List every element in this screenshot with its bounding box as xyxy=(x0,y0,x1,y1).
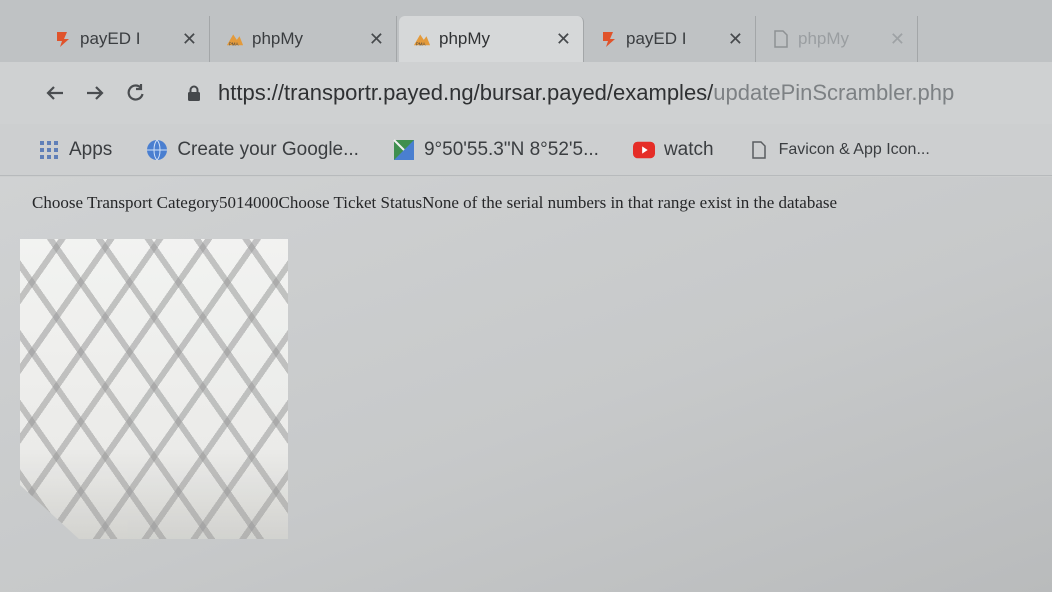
browser-window: payED I ✕ PMA phpMy ✕ PMA phpMy ✕ payED … xyxy=(0,0,1052,592)
globe-icon xyxy=(146,139,168,161)
tab-title: payED I xyxy=(80,29,141,48)
url-text: https://transportr.payed.ng/bursar.payed… xyxy=(218,80,714,105)
close-icon[interactable]: ✕ xyxy=(556,29,571,50)
bookmark-label: Create your Google... xyxy=(177,138,359,160)
apps-grid-icon xyxy=(38,139,60,161)
tab-phpmyadmin-3[interactable]: phpMy ✕ xyxy=(758,16,918,62)
tab-title: payED I xyxy=(626,29,687,48)
lock-icon xyxy=(184,83,204,103)
bookmark-create-google[interactable]: Create your Google... xyxy=(146,139,359,161)
window-reflection xyxy=(20,239,288,539)
page-icon xyxy=(748,139,770,161)
tab-strip: payED I ✕ PMA phpMy ✕ PMA phpMy ✕ payED … xyxy=(0,0,1052,62)
phpmyadmin-icon: PMA xyxy=(413,30,431,48)
back-arrow-icon[interactable] xyxy=(38,76,72,110)
reload-icon[interactable] xyxy=(118,76,152,110)
tab-payed-2[interactable]: payED I ✕ xyxy=(586,16,756,62)
close-icon[interactable]: ✕ xyxy=(182,29,197,50)
tab-phpmyadmin-2[interactable]: PMA phpMy ✕ xyxy=(399,16,584,62)
browser-toolbar: https://transportr.payed.ng/bursar.payed… xyxy=(0,62,1052,124)
bookmark-label: 9°50'55.3"N 8°52'5... xyxy=(423,138,599,160)
close-icon[interactable]: ✕ xyxy=(369,29,384,50)
url-text-tail: updatePinScrambler.php xyxy=(713,80,955,105)
status-message: Choose Transport Category5014000Choose T… xyxy=(32,193,838,212)
payed-logo-icon xyxy=(600,30,618,48)
bookmark-watch[interactable]: watch xyxy=(632,138,714,161)
bookmark-maps-location[interactable]: 9°50'55.3"N 8°52'5... xyxy=(393,139,599,161)
bookmark-label: Apps xyxy=(69,138,113,160)
bookmark-favicon-app-icon[interactable]: Favicon & App Icon... xyxy=(748,139,930,161)
tab-title: phpMy xyxy=(252,29,304,48)
close-icon[interactable]: ✕ xyxy=(728,29,743,50)
address-bar[interactable]: https://transportr.payed.ng/bursar.payed… xyxy=(184,73,1052,113)
svg-text:PMA: PMA xyxy=(229,41,239,46)
close-icon[interactable]: ✕ xyxy=(890,29,905,50)
bookmarks-bar: Apps Create your Google... 9°50'55.3"N 8… xyxy=(0,124,1052,176)
svg-text:PMA: PMA xyxy=(416,41,426,46)
maps-icon xyxy=(393,138,415,161)
tab-payed-1[interactable]: payED I ✕ xyxy=(40,16,210,62)
tab-title: phpMy xyxy=(439,29,491,48)
forward-arrow-icon[interactable] xyxy=(78,76,112,110)
bookmark-label: watch xyxy=(663,138,714,160)
tab-phpmyadmin-1[interactable]: PMA phpMy ✕ xyxy=(212,16,397,62)
page-icon xyxy=(772,30,790,48)
payed-logo-icon xyxy=(54,30,72,48)
bookmark-label: Favicon & App Icon... xyxy=(778,140,930,158)
phpmyadmin-icon: PMA xyxy=(226,30,244,48)
page-content: Choose Transport Category5014000Choose T… xyxy=(0,177,1052,592)
tab-title: phpMy xyxy=(798,29,850,48)
youtube-icon xyxy=(632,139,655,161)
bookmark-apps[interactable]: Apps xyxy=(38,139,112,161)
